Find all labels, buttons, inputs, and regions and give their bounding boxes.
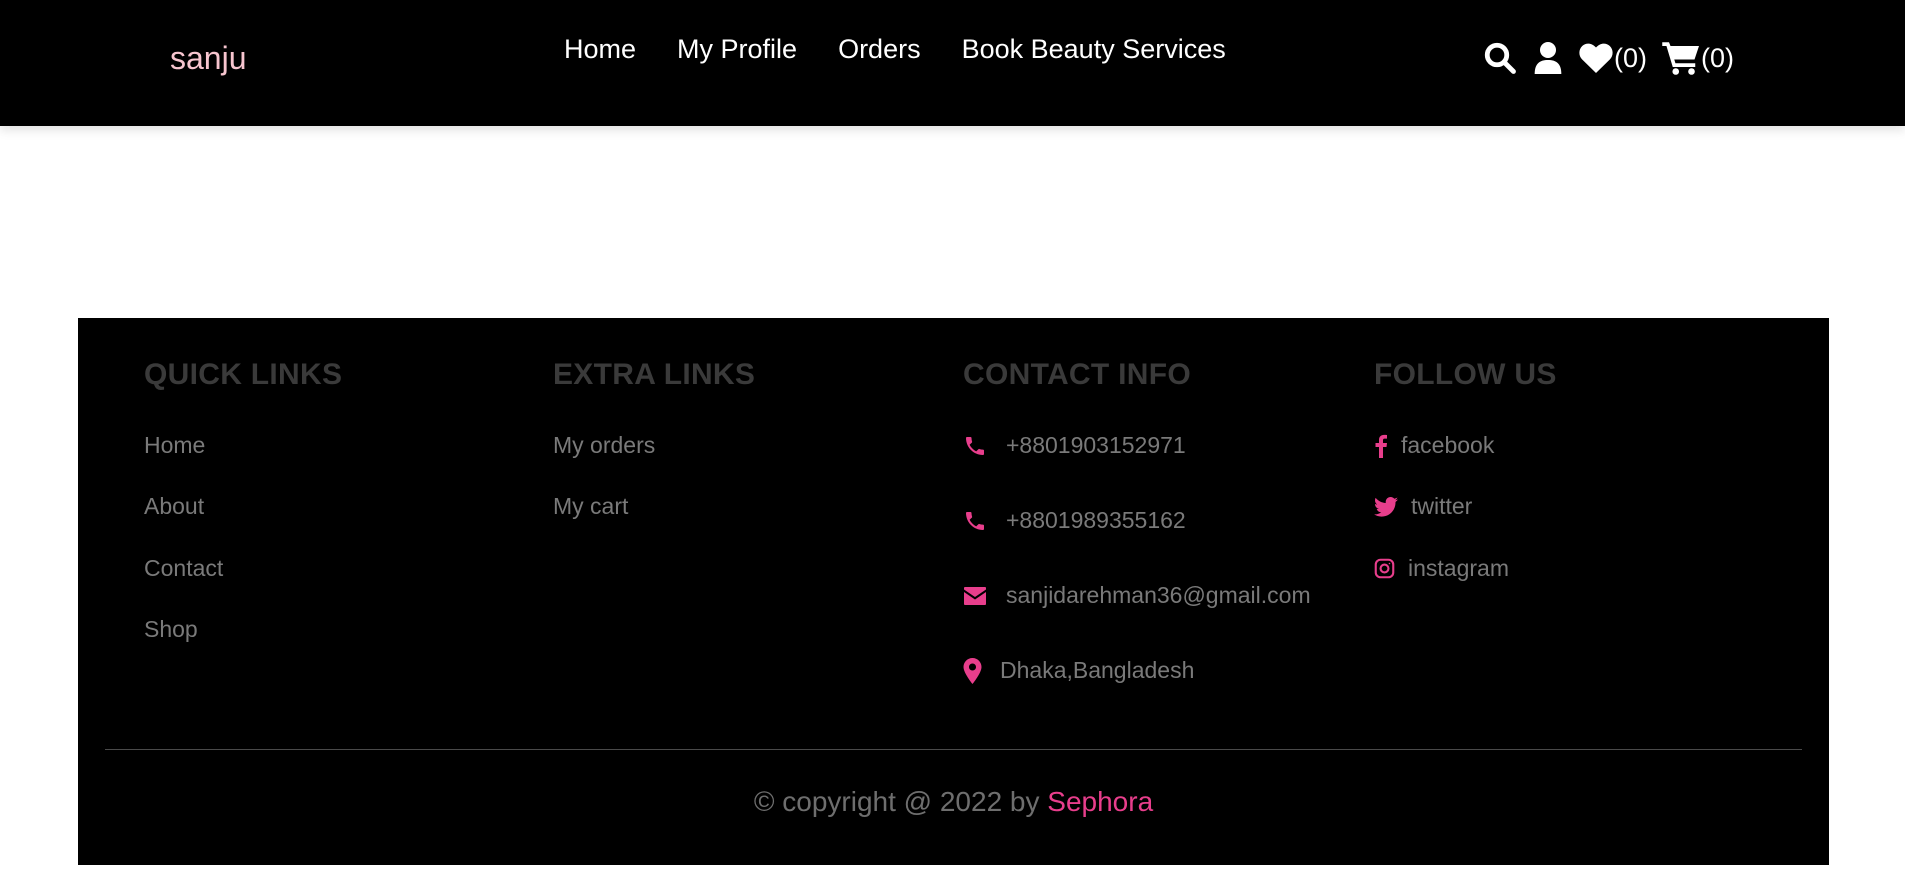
contact-email-text: sanjidarehman36@gmail.com — [1006, 582, 1311, 608]
contact-phone-1-text: +8801903152971 — [1006, 432, 1186, 458]
contact-phone-1[interactable]: +8801903152971 — [963, 432, 1186, 459]
footer-link-home[interactable]: Home — [144, 432, 205, 459]
contact-phone-2[interactable]: +8801989355162 — [963, 507, 1186, 534]
contact-location[interactable]: Dhaka,Bangladesh — [963, 657, 1194, 684]
wishlist-button[interactable]: (0) — [1578, 41, 1647, 75]
phone-icon — [963, 509, 987, 533]
wishlist-count: (0) — [1614, 42, 1647, 73]
instagram-icon — [1374, 558, 1395, 579]
nav-orders[interactable]: Orders — [838, 34, 921, 65]
user-button[interactable] — [1532, 40, 1564, 76]
footer-link-my-orders[interactable]: My orders — [553, 432, 655, 459]
brand-link[interactable]: Sephora — [1047, 786, 1153, 817]
footer-link-about[interactable]: About — [144, 493, 204, 520]
quick-links-column: quick links — [144, 358, 342, 392]
instagram-label: instagram — [1408, 555, 1509, 581]
quick-links-title: quick links — [144, 358, 343, 391]
envelope-icon — [963, 586, 987, 606]
cart-button[interactable]: (0) — [1661, 40, 1734, 76]
copyright: © copyright @ 2022 by Sephora — [78, 786, 1829, 818]
header-icons: (0) (0) — [1482, 40, 1748, 76]
contact-location-text: Dhaka,Bangladesh — [1000, 657, 1195, 683]
extra-links-column: extra links — [553, 358, 755, 392]
map-marker-icon — [963, 657, 982, 684]
copyright-text: © copyright @ 2022 by — [753, 786, 1048, 817]
site-header: sanju Home My Profile Orders Book Beauty… — [0, 0, 1905, 126]
footer-link-shop[interactable]: Shop — [144, 616, 198, 643]
contact-email[interactable]: sanjidarehman36@gmail.com — [963, 582, 1311, 609]
footer-divider — [105, 749, 1802, 750]
main-nav: Home My Profile Orders Book Beauty Servi… — [564, 34, 1267, 65]
twitter-label: twitter — [1411, 493, 1473, 519]
phone-icon — [963, 434, 987, 458]
nav-my-profile[interactable]: My Profile — [677, 34, 797, 65]
follow-us-title: follow us — [1374, 358, 1557, 391]
nav-home[interactable]: Home — [564, 34, 636, 65]
social-link-twitter[interactable]: twitter — [1374, 493, 1472, 520]
extra-links-title: extra links — [553, 358, 756, 391]
logo-link[interactable]: sanju — [170, 40, 247, 77]
contact-phone-2-text: +8801989355162 — [1006, 507, 1186, 533]
footer-link-contact[interactable]: Contact — [144, 555, 223, 582]
user-icon — [1532, 40, 1564, 76]
cart-icon — [1661, 40, 1701, 76]
search-icon — [1482, 40, 1518, 76]
facebook-label: facebook — [1401, 432, 1495, 458]
follow-us-column: follow us — [1374, 358, 1557, 392]
site-footer: quick links Home About Contact Shop extr… — [78, 318, 1829, 865]
contact-info-column: contact info — [963, 358, 1191, 392]
heart-icon — [1578, 41, 1614, 75]
twitter-icon — [1374, 496, 1398, 517]
nav-book-beauty-services[interactable]: Book Beauty Services — [962, 34, 1226, 65]
search-button[interactable] — [1482, 40, 1518, 76]
footer-link-my-cart[interactable]: My cart — [553, 493, 628, 520]
social-link-facebook[interactable]: facebook — [1374, 432, 1494, 459]
facebook-icon — [1374, 434, 1388, 458]
social-link-instagram[interactable]: instagram — [1374, 555, 1509, 582]
contact-info-title: contact info — [963, 358, 1192, 391]
cart-count: (0) — [1701, 42, 1734, 73]
